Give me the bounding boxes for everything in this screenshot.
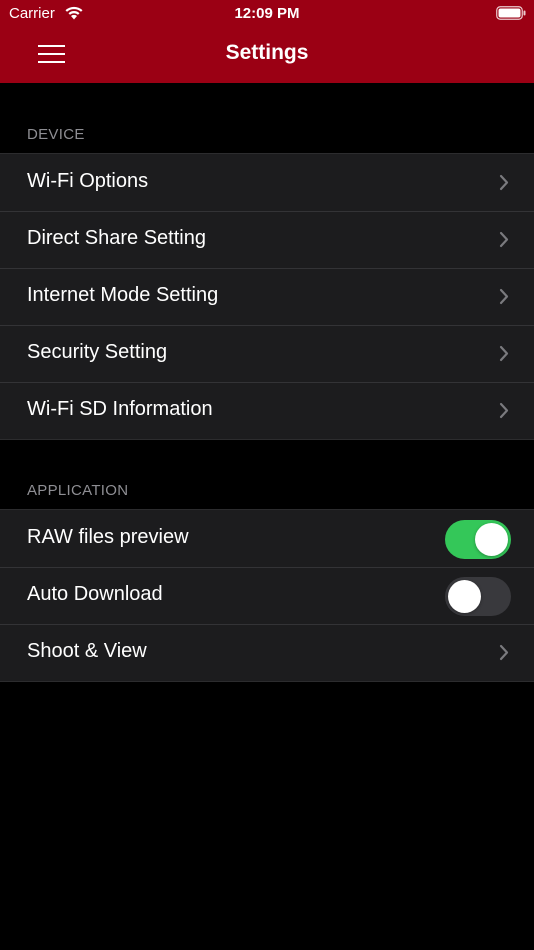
- row-label: Direct Share Setting: [27, 227, 206, 249]
- device-settings-group: Wi-Fi Options Direct Share Setting Inter…: [0, 153, 534, 440]
- toggle-knob: [448, 580, 481, 613]
- raw-preview-toggle[interactable]: [445, 520, 511, 559]
- battery-icon: [496, 6, 526, 20]
- chevron-right-icon: [499, 345, 509, 362]
- settings-row-shoot-and-view[interactable]: Shoot & View: [0, 624, 534, 681]
- settings-row-security[interactable]: Security Setting: [0, 325, 534, 382]
- application-settings-group: RAW files preview Auto Download Shoot & …: [0, 509, 534, 682]
- row-label: Auto Download: [27, 583, 163, 605]
- row-label: Security Setting: [27, 341, 168, 363]
- row-label: RAW files preview: [27, 526, 189, 548]
- settings-row-internet-mode[interactable]: Internet Mode Setting: [0, 268, 534, 325]
- page-title: Settings: [225, 41, 309, 64]
- settings-row-wifi-options[interactable]: Wi-Fi Options: [0, 154, 534, 211]
- chevron-right-icon: [499, 174, 509, 191]
- toggle-knob: [475, 523, 508, 556]
- auto-download-toggle[interactable]: [445, 577, 511, 616]
- chevron-right-icon: [499, 231, 509, 248]
- settings-row-direct-share[interactable]: Direct Share Setting: [0, 211, 534, 268]
- status-time: 12:09 PM: [234, 5, 300, 22]
- row-label: Wi-Fi SD Information: [27, 398, 213, 420]
- chevron-right-icon: [499, 288, 509, 305]
- section-header-application: APPLICATION: [27, 482, 129, 499]
- chevron-right-icon: [499, 402, 509, 419]
- row-label: Internet Mode Setting: [27, 284, 219, 306]
- status-bar: Carrier 12:09 PM: [0, 0, 534, 28]
- row-label: Wi-Fi Options: [27, 170, 149, 192]
- settings-row-wifi-sd-information[interactable]: Wi-Fi SD Information: [0, 382, 534, 439]
- chevron-right-icon: [499, 644, 509, 661]
- row-label: Shoot & View: [27, 640, 147, 662]
- settings-row-auto-download: Auto Download: [0, 567, 534, 624]
- section-header-device: DEVICE: [27, 126, 85, 143]
- settings-row-raw-preview: RAW files preview: [0, 510, 534, 567]
- nav-bar: Carrier 12:09 PM Settings: [0, 0, 534, 83]
